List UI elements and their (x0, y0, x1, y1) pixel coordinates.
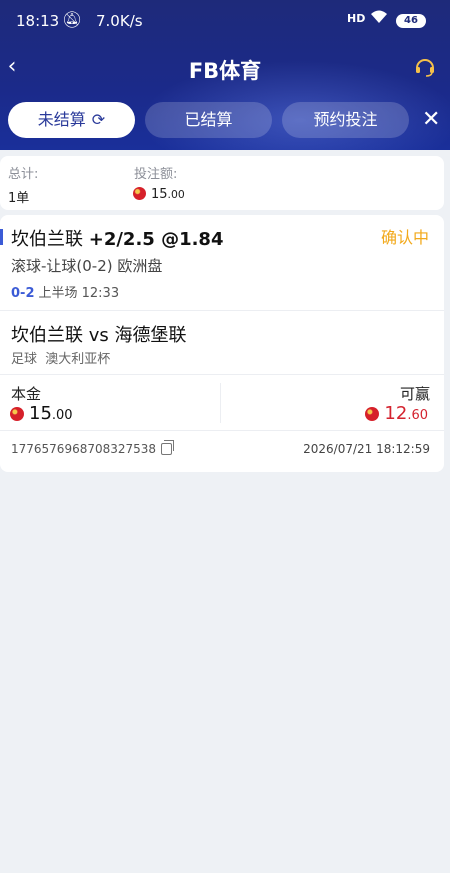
header-background: 18:13 🔕︎ 7.0K/s HD 46 ‹ FB体育 未结算 ⟳ 已结算 预约… (0, 0, 450, 150)
refresh-icon[interactable]: ⟳ (92, 102, 105, 138)
bet-pick: +2/2.5 @1.84 (88, 229, 224, 250)
tab-reserved[interactable]: 预约投注 (282, 102, 409, 138)
win-label: 可赢 (399, 385, 430, 403)
wifi-icon (370, 9, 388, 30)
win-amount: 12.60 (365, 403, 428, 424)
stake-amount: 15.00 (133, 187, 185, 202)
sport-name: 足球 (11, 352, 38, 367)
win-decimals: .60 (407, 408, 428, 423)
nav-bar: ‹ FB体育 (0, 44, 450, 92)
principal-decimals: .00 (51, 408, 73, 423)
divider (0, 310, 444, 311)
page-title: FB体育 (188, 59, 262, 83)
order-number: 1776576968708327538 (11, 440, 175, 456)
status-speed: 7.0K/s (96, 12, 143, 30)
stake-value: 15 (151, 187, 168, 202)
status-time: 18:13 (16, 12, 60, 30)
score-value: 0-2 (11, 286, 35, 301)
status-bar: 18:13 🔕︎ 7.0K/s HD 46 (0, 0, 450, 44)
divider (0, 374, 444, 375)
total-value: 1单 (8, 191, 30, 206)
divider (0, 430, 444, 431)
live-score: 0-2 上半场 12:33 (11, 282, 119, 301)
tab-label: 未结算 (37, 110, 86, 129)
network-type: HD (347, 12, 366, 25)
principal-label: 本金 (11, 385, 42, 403)
currency-flag-icon (365, 407, 380, 421)
bet-team: 坎伯兰联 (11, 229, 83, 250)
amount-separator (220, 383, 221, 423)
total-label: 总计: (8, 167, 39, 182)
bell-off-icon: 🔕︎ (62, 10, 83, 29)
close-icon[interactable]: ✕ (422, 102, 440, 138)
stake-label: 投注额: (134, 167, 178, 182)
principal-amount: 15.00 (10, 403, 73, 424)
selection-accent (0, 229, 3, 245)
currency-flag-icon (10, 407, 24, 421)
currency-flag-icon (133, 187, 146, 200)
tab-settled[interactable]: 已结算 (145, 102, 272, 138)
bet-market: 滚球-让球(0-2) 欧洲盘 (11, 257, 163, 275)
summary-card: 总计: 1单 投注额: 15.00 (0, 156, 444, 210)
order-time: 2026/07/21 18:12:59 (303, 442, 430, 456)
bet-status: 确认中 (381, 228, 430, 247)
match-league: 足球 澳大利亚杯 (11, 348, 110, 367)
copy-icon[interactable] (161, 440, 175, 455)
bet-card[interactable]: 坎伯兰联 +2/2.5 @1.84 确认中 滚球-让球(0-2) 欧洲盘 0-2… (0, 215, 444, 472)
league-name: 澳大利亚杯 (45, 352, 111, 367)
battery-icon: 46 (396, 14, 426, 28)
order-number-value: 1776576968708327538 (11, 442, 157, 456)
stake-decimals: .00 (167, 188, 185, 201)
bet-selection: 坎伯兰联 +2/2.5 @1.84 (11, 225, 223, 251)
win-value: 12 (384, 403, 408, 424)
headset-icon[interactable] (414, 56, 436, 78)
match-period: 上半场 12:33 (38, 286, 120, 301)
match-name: 坎伯兰联 vs 海德堡联 (11, 325, 187, 346)
tab-unsettled[interactable]: 未结算 ⟳ (8, 102, 135, 138)
principal-value: 15 (29, 403, 52, 424)
bet-tabs: 未结算 ⟳ 已结算 预约投注 ✕ (0, 102, 450, 138)
